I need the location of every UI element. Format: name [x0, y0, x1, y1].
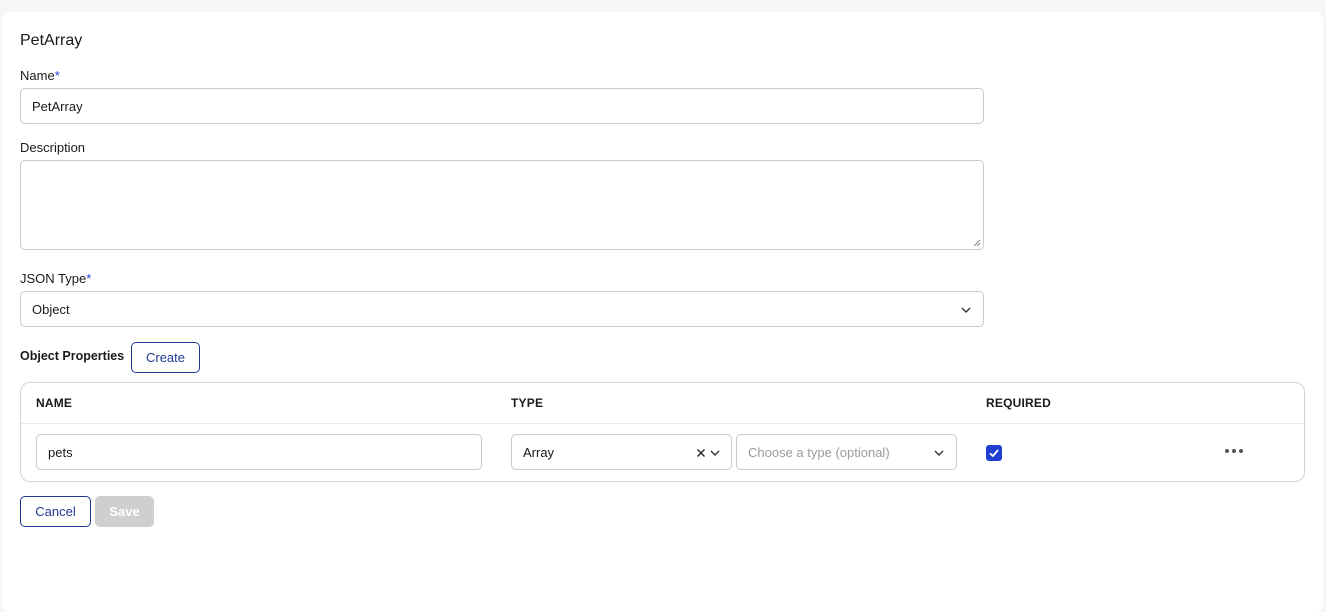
name-input-value: PetArray	[32, 98, 83, 114]
property-name-input[interactable]: pets	[36, 434, 482, 470]
required-mark: *	[86, 271, 92, 286]
close-icon[interactable]	[696, 448, 706, 458]
create-property-button[interactable]: Create	[131, 342, 200, 373]
json-type-label-text: JSON Type	[20, 271, 87, 286]
property-subtype-select[interactable]: Choose a type (optional)	[736, 434, 957, 470]
column-header-name: NAME	[36, 396, 73, 410]
chevron-down-icon	[710, 450, 720, 456]
property-type-select[interactable]: Array	[511, 434, 732, 470]
json-type-select[interactable]: Object	[20, 291, 984, 327]
json-type-value: Object	[32, 301, 70, 317]
save-button[interactable]: Save	[95, 496, 154, 527]
property-name-value: pets	[48, 444, 73, 460]
column-header-type: TYPE	[511, 396, 544, 410]
chevron-down-icon	[961, 307, 971, 313]
name-input[interactable]: PetArray	[20, 88, 984, 124]
description-label: Description	[20, 140, 86, 155]
header-divider	[21, 423, 1304, 424]
name-label-text: Name	[20, 68, 55, 83]
column-header-required: REQUIRED	[986, 396, 1051, 410]
more-horizontal-icon[interactable]	[1225, 449, 1243, 453]
properties-table: NAME TYPE REQUIRED pets Array Choose a t…	[20, 382, 1305, 482]
property-subtype-placeholder: Choose a type (optional)	[748, 444, 890, 460]
name-label: Name*	[20, 68, 60, 83]
required-checkbox[interactable]	[986, 445, 1002, 461]
resize-handle-icon[interactable]	[973, 239, 981, 247]
json-type-label: JSON Type*	[20, 271, 91, 286]
object-properties-label: Object Properties	[20, 349, 125, 363]
cancel-button[interactable]: Cancel	[20, 496, 91, 527]
description-textarea[interactable]	[20, 160, 984, 250]
checkmark-icon	[989, 449, 999, 458]
required-mark: *	[54, 68, 60, 83]
page-title: PetArray	[20, 32, 83, 49]
schema-editor-card: PetArray Name* PetArray Description JSON…	[2, 12, 1323, 612]
property-type-value: Array	[523, 444, 555, 460]
chevron-down-icon	[934, 450, 944, 456]
